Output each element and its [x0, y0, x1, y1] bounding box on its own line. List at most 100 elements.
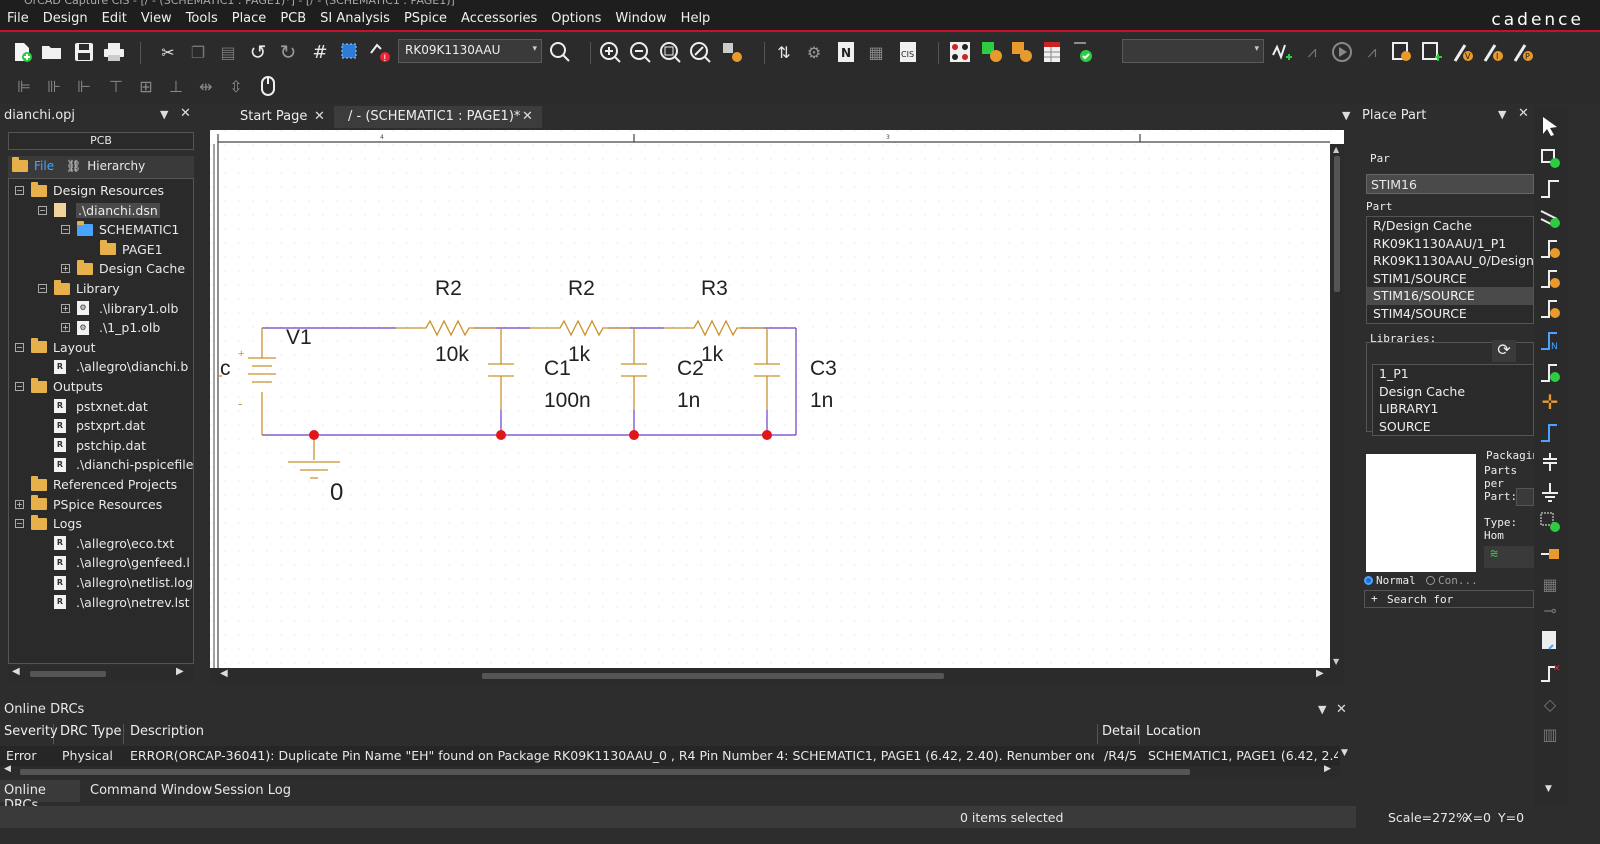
back-annotate-icon[interactable]: ⚙ [802, 40, 826, 64]
align-right-icon[interactable]: ⊩ [72, 74, 96, 98]
place-bus-icon[interactable] [1538, 206, 1562, 230]
place-text-icon[interactable]: ▥ [1538, 722, 1562, 746]
chevron-down-icon[interactable]: ▼ [1318, 703, 1326, 716]
chevron-down-icon[interactable]: ▼ [1342, 109, 1350, 122]
part-list-item[interactable]: STIM1/SOURCE [1367, 270, 1533, 288]
align-center-icon[interactable]: ⊪ [42, 74, 66, 98]
expand-icon[interactable]: + [61, 264, 70, 274]
tree-item[interactable]: + ⚙ .\1_p1.olb [61, 318, 160, 337]
zoom-selection-icon[interactable] [720, 40, 744, 64]
menu-place[interactable]: Place [225, 8, 274, 26]
tree-item[interactable]: + PSpice Resources [15, 495, 162, 514]
menu-pspice[interactable]: PSpice [397, 8, 454, 26]
select-area-icon[interactable] [338, 40, 362, 64]
library-list-item[interactable]: Design Cache [1373, 383, 1533, 401]
close-icon[interactable]: ✕ [180, 106, 191, 121]
align-middle-icon[interactable]: ⊞ [134, 74, 158, 98]
place-net-icon[interactable]: N [1538, 328, 1562, 352]
table-row[interactable]: Error Physical ERROR(ORCAP-36041): Dupli… [0, 746, 1340, 766]
chevron-down-icon[interactable]: ▼ [1498, 108, 1506, 121]
tree-item[interactable]: − Library [38, 279, 120, 298]
tree-item[interactable]: R .\dianchi-pspicefile [38, 455, 193, 474]
align-top-icon[interactable]: ⊤ [104, 74, 128, 98]
place-hier-pin-icon[interactable]: ▦ [1538, 572, 1562, 596]
tree-item[interactable]: R .\allegro\eco.txt [38, 534, 174, 553]
marker-icon[interactable] [1390, 40, 1414, 64]
tree-item[interactable]: Rpstchip.dat [38, 436, 146, 455]
pcb-editor-icon[interactable] [980, 40, 1004, 64]
drc-hscroll[interactable]: ◀ ▶ [0, 764, 1340, 778]
convert-radio[interactable]: Con... [1426, 574, 1478, 587]
place-ground-icon[interactable] [1538, 480, 1562, 504]
place-bus-entry-icon[interactable] [1538, 266, 1562, 290]
zoom-in-icon[interactable] [598, 40, 622, 64]
chevron-up-icon[interactable]: ▲ [1333, 145, 1340, 154]
part-list-item[interactable]: STIM4/SOURCE [1367, 305, 1533, 323]
chevron-down-icon[interactable]: ▼ [1545, 784, 1552, 794]
column-drc-type[interactable]: DRC Type [56, 724, 124, 744]
scroll-thumb[interactable] [30, 671, 106, 677]
chevron-right-icon[interactable]: ▶ [1316, 668, 1324, 679]
menu-pcb[interactable]: PCB [273, 8, 313, 26]
collapse-icon[interactable]: − [61, 225, 70, 235]
redo-icon[interactable]: ↻ [276, 40, 300, 64]
schematic-canvas[interactable]: 4 3 ▲ ▼ V1 c + - R2 10k R2 1k R3 1k C1 1… [210, 130, 1344, 670]
power-marker-icon[interactable]: P [1512, 40, 1536, 64]
chevron-down-icon[interactable]: ▼ [160, 108, 168, 121]
close-icon[interactable]: ✕ [522, 109, 533, 124]
library-list-item[interactable]: SOURCE [1373, 418, 1533, 436]
netlist-icon[interactable]: N [834, 40, 858, 64]
tab-schematic-page[interactable]: / - (SCHEMATIC1 : PAGE1)* [334, 106, 542, 128]
scroll-thumb[interactable] [482, 673, 944, 679]
tree-item[interactable]: Rpstxprt.dat [38, 416, 145, 435]
tree-item[interactable]: Rpstxnet.dat [38, 397, 148, 416]
tab-command-window[interactable]: Command Window [90, 783, 212, 798]
open-folder-icon[interactable] [40, 40, 64, 64]
close-icon[interactable]: ✕ [1518, 106, 1529, 121]
collapse-icon[interactable]: − [15, 382, 24, 391]
tree-item[interactable]: PAGE1 [84, 240, 163, 259]
column-detail[interactable]: Detail [1098, 724, 1140, 744]
menu-window[interactable]: Window [608, 8, 673, 26]
place-no-connect-icon[interactable] [1538, 420, 1562, 444]
part-list[interactable]: R/Design Cache RK09K1130AAU/1_P1 RK09K1130… [1366, 216, 1534, 324]
collapse-icon[interactable]: − [15, 186, 24, 195]
collapse-icon[interactable]: − [38, 284, 47, 293]
expand-icon[interactable]: + [15, 499, 24, 509]
update-pcb-icon[interactable] [1010, 40, 1034, 64]
chevron-right-icon[interactable]: ▶ [176, 666, 184, 677]
tab-file[interactable]: File [12, 157, 54, 173]
part-list-item[interactable]: RK09K1130AAU/1_P1 [1367, 235, 1533, 253]
new-simulation-icon[interactable] [1270, 40, 1294, 64]
place-net-alias-icon[interactable] [1538, 236, 1562, 260]
menu-si-analysis[interactable]: SI Analysis [313, 8, 397, 26]
run-icon[interactable] [1330, 40, 1354, 64]
place-part-icon[interactable] [1538, 146, 1562, 170]
column-description[interactable]: Description [126, 724, 1098, 744]
place-line-icon[interactable]: ✕ [1538, 660, 1562, 684]
chevron-left-icon[interactable]: ◀ [220, 668, 228, 679]
package-icon[interactable]: ⩬ [1484, 546, 1534, 568]
mouse-icon[interactable] [256, 74, 280, 98]
close-icon[interactable]: ✕ [314, 109, 325, 124]
distribute-vertical-icon[interactable]: ⇳ [224, 74, 248, 98]
place-junction-icon[interactable]: ✛ [1538, 390, 1562, 414]
save-icon[interactable] [72, 40, 96, 64]
library-list-item[interactable]: 1_P1 [1373, 365, 1533, 383]
normal-radio[interactable]: Normal [1364, 574, 1416, 587]
scroll-thumb[interactable] [20, 769, 1190, 775]
voltage-marker-icon[interactable]: V [1452, 40, 1476, 64]
part-list-item[interactable]: STIM16/SOURCE [1367, 287, 1533, 305]
tree-hscroll[interactable]: ◀ ▶ [8, 666, 194, 682]
chevron-down-icon[interactable]: ▼ [1333, 657, 1340, 666]
close-icon[interactable]: ✕ [1336, 702, 1347, 717]
chevron-down-icon[interactable]: ▼ [1341, 748, 1348, 758]
ratsnest-icon[interactable] [948, 40, 972, 64]
library-list[interactable]: 1_P1 Design Cache LIBRARY1 SOURCE [1372, 364, 1534, 436]
collapse-icon[interactable]: − [38, 205, 47, 215]
tree-item[interactable]: + Design Cache [61, 259, 185, 278]
chevron-right-icon[interactable]: ▶ [1324, 764, 1331, 774]
check-icon[interactable] [1070, 40, 1094, 64]
tree-item[interactable]: R .\allegro\netlist.log [38, 573, 193, 592]
expand-icon[interactable]: + [61, 323, 70, 333]
